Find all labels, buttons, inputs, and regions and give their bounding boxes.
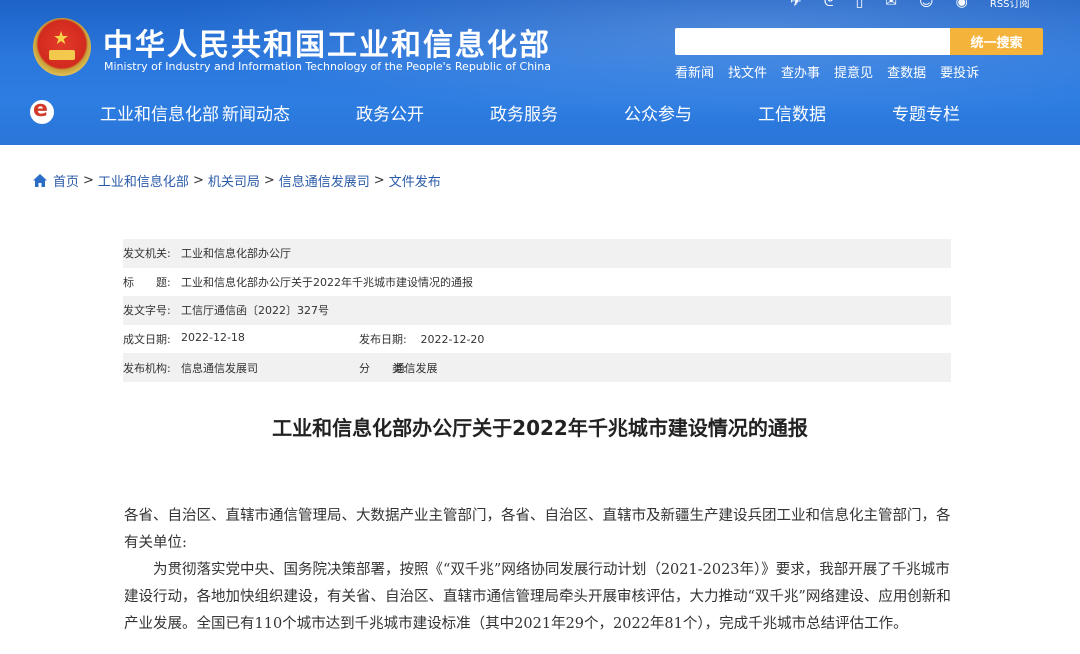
meta-category: 通信发展 xyxy=(393,361,438,375)
quick-link-news[interactable]: 看新闻 xyxy=(675,62,714,81)
breadcrumb-ministry[interactable]: 工业和信息化部 xyxy=(98,171,189,190)
nav-item-participation[interactable]: 公众参与 xyxy=(624,100,758,125)
meta-label: 分 类: xyxy=(359,361,407,375)
meta-label: 标 题: xyxy=(123,275,171,289)
nav-item-gov-affairs[interactable]: 政务公开 xyxy=(356,100,490,125)
meta-row-org: 发布机构: 信息通信发展司 分 类: 通信发展 xyxy=(123,353,951,382)
national-emblem-icon: ★ xyxy=(33,18,91,76)
breadcrumb-separator: > xyxy=(83,173,94,188)
nav-item-ministry[interactable]: 工业和信息化部 xyxy=(100,100,222,125)
breadcrumb-separator: > xyxy=(192,173,204,188)
nav-item-news[interactable]: 新闻动态 xyxy=(222,100,356,125)
meta-label: 发文机关: xyxy=(123,247,171,261)
nav-item-data[interactable]: 工信数据 xyxy=(758,100,892,125)
home-icon[interactable] xyxy=(33,174,47,187)
site-title-cn[interactable]: 中华人民共和国工业和信息化部 xyxy=(103,20,551,64)
quick-links: 看新闻 找文件 查办事 提意见 查数据 要投诉 xyxy=(675,62,979,81)
document-body: 各省、自治区、直辖市通信管理局、大数据产业主管部门，各省、自治区、直辖市及新疆生… xyxy=(124,503,954,638)
document-title: 工业和信息化部办公厅关于2022年千兆城市建设情况的通报 xyxy=(272,416,808,440)
quick-link-data[interactable]: 查数据 xyxy=(887,62,926,81)
site-header: ★ 中华人民共和国工业和信息化部 Ministry of Industry an… xyxy=(0,0,1080,145)
mail-icon[interactable]: ✉ xyxy=(885,0,897,10)
meta-row-dates: 成文日期: 2022-12-18 发布日期: 2022-12-20 xyxy=(123,325,951,354)
nav-logo-icon[interactable]: e xyxy=(30,97,54,124)
quick-link-complaint[interactable]: 要投诉 xyxy=(940,62,979,81)
quick-link-files[interactable]: 找文件 xyxy=(728,62,767,81)
breadcrumb: 首页 > 工业和信息化部 > 机关司局 > 信息通信发展司 > 文件发布 xyxy=(33,171,441,190)
breadcrumb-home[interactable]: 首页 xyxy=(53,171,79,190)
meta-label: 发布日期: xyxy=(359,333,407,347)
breadcrumb-ict-dept[interactable]: 信息通信发展司 xyxy=(279,171,370,190)
quick-link-services[interactable]: 查办事 xyxy=(781,62,820,81)
meta-created-date: 2022-12-18 xyxy=(181,331,245,345)
site-title-en: Ministry of Industry and Information Tec… xyxy=(104,60,551,73)
rss-link[interactable]: RSS订阅 xyxy=(990,0,1030,10)
meta-row-doc-no: 发文字号: 工信厅通信函〔2022〕327号 xyxy=(123,296,951,325)
meta-row-issuer: 发文机关: 工业和信息化部办公厅 xyxy=(123,239,951,268)
meta-label: 发布机构: xyxy=(123,361,171,375)
share-icon[interactable]: ✈ xyxy=(790,0,802,10)
meta-published-date: 2022-12-20 xyxy=(420,333,485,347)
document-metadata: 发文机关: 工业和信息化部办公厅 标 题: 工业和信息化部办公厅关于2022年千… xyxy=(123,239,951,382)
meta-label: 发文字号: xyxy=(123,304,171,318)
meta-issuer: 工业和信息化部办公厅 xyxy=(181,247,291,261)
meta-doc-no: 工信厅通信函〔2022〕327号 xyxy=(181,304,329,318)
meta-org: 信息通信发展司 xyxy=(181,361,258,375)
breadcrumb-departments[interactable]: 机关司局 xyxy=(208,171,260,190)
search-input[interactable] xyxy=(675,28,951,55)
weibo-icon[interactable]: ᘓ xyxy=(824,0,834,10)
main-nav: 工业和信息化部 新闻动态 政务公开 政务服务 公众参与 工信数据 专题专栏 xyxy=(100,100,1026,125)
meta-label: 成文日期: xyxy=(123,333,171,347)
document-paragraph: 为贯彻落实党中央、国务院决策部署，按照《“双千兆”网络协同发展行动计划（2021… xyxy=(124,562,951,632)
quick-link-feedback[interactable]: 提意见 xyxy=(834,62,873,81)
weibo-round-icon[interactable]: ◉ xyxy=(956,0,968,10)
search-button[interactable]: 统一搜索 xyxy=(950,28,1043,55)
breadcrumb-separator: > xyxy=(373,173,385,188)
meta-title: 工业和信息化部办公厅关于2022年千兆城市建设情况的通报 xyxy=(181,275,473,289)
breadcrumb-separator: > xyxy=(263,173,275,188)
wechat-icon[interactable]: ☺ xyxy=(919,0,934,10)
breadcrumb-docs[interactable]: 文件发布 xyxy=(389,171,441,190)
top-icon-bar: ✈ ᘓ ▯ ✉ ☺ ◉ RSS订阅 xyxy=(790,0,1030,12)
mobile-icon[interactable]: ▯ xyxy=(856,0,864,10)
document-salutation: 各省、自治区、直辖市通信管理局、大数据产业主管部门，各省、自治区、直辖市及新疆生… xyxy=(124,508,951,551)
nav-item-topics[interactable]: 专题专栏 xyxy=(892,100,1026,125)
nav-item-gov-services[interactable]: 政务服务 xyxy=(490,100,624,125)
meta-row-title: 标 题: 工业和信息化部办公厅关于2022年千兆城市建设情况的通报 xyxy=(123,268,951,297)
